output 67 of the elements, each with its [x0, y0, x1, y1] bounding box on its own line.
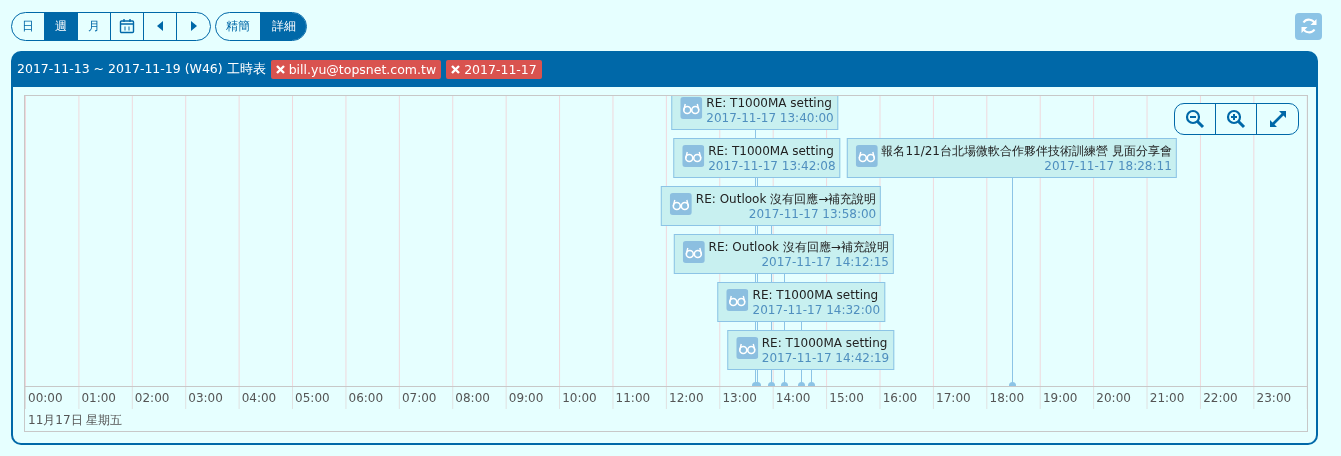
hour-label: 21:00: [1148, 390, 1186, 407]
hour-label: 08:00: [454, 390, 491, 407]
event-title: RE: T1000MA setting: [706, 96, 832, 111]
event-title: RE: Outlook 沒有回應→補充說明: [695, 192, 877, 207]
event-time: 2017-11-17 14:42:19: [761, 351, 890, 366]
hour-label: 12:00: [668, 390, 705, 407]
glasses-icon: [680, 97, 703, 119]
calendar-icon: [119, 18, 135, 34]
expand-icon: [1267, 109, 1288, 129]
hour-label: 15:00: [828, 390, 865, 407]
zoom-in-icon: [1226, 109, 1246, 129]
hour-label: 09:00: [507, 390, 545, 407]
hour-label: 07:00: [400, 390, 438, 407]
hour-label: 05:00: [294, 390, 331, 407]
hour-label: 13:00: [721, 390, 758, 407]
event-time: 2017-11-17 13:42:08: [708, 159, 836, 174]
hour-label: 01:00: [80, 390, 117, 407]
glasses-icon: [682, 145, 705, 167]
close-icon: [275, 64, 285, 74]
event-title: RE: T1000MA setting: [761, 336, 888, 351]
hour-label: 02:00: [133, 390, 171, 407]
hour-label: 14:00: [774, 390, 812, 407]
event-time: 2017-11-17 13:40:00: [706, 111, 834, 126]
filter-tag[interactable]: 2017-11-17: [446, 59, 542, 79]
glasses-icon: [735, 337, 758, 359]
view-tab[interactable]: 週: [45, 12, 78, 40]
glasses-icon: [855, 145, 878, 167]
left-triangle-icon: [156, 20, 164, 32]
zoom-out-icon: [1185, 109, 1205, 129]
hour-label: 16:00: [881, 390, 919, 407]
hour-label: 19:00: [1041, 390, 1079, 407]
hour-label: 04:00: [240, 390, 278, 407]
event-time: 2017-11-17 18:28:11: [1044, 159, 1172, 174]
event-card[interactable]: RE: Outlook 沒有回應→補充說明 2017-11-17 13:58:00: [660, 186, 882, 226]
hour-label: 11:00: [614, 390, 652, 407]
event-title: 報名11/21台北場微軟合作夥伴技術訓練營 見面分享會: [881, 144, 1172, 159]
panel-title: 2017-11-13 ~ 2017-11-19 (W46) 工時表: [17, 60, 266, 78]
glasses-icon: [682, 241, 705, 263]
mode-tab[interactable]: 詳細: [261, 12, 306, 40]
event-title: RE: T1000MA setting: [708, 144, 834, 159]
hour-label: 00:00: [27, 390, 64, 407]
date-label: 11月17日 星期五: [28, 413, 123, 427]
event-card[interactable]: RE: T1000MA setting 2017-11-17 14:42:19: [726, 330, 895, 370]
hour-label: 06:00: [347, 390, 385, 407]
view-tab[interactable]: 月: [78, 12, 111, 40]
event-time: 2017-11-17 14:12:15: [761, 255, 889, 270]
event-time: 2017-11-17 13:58:00: [748, 207, 877, 222]
event-card[interactable]: RE: T1000MA setting 2017-11-17 14:32:00: [717, 282, 886, 322]
filter-tag[interactable]: bill.yu@topsnet.com.tw: [270, 59, 442, 79]
glasses-icon: [669, 193, 692, 215]
event-card[interactable]: RE: T1000MA setting 2017-11-17 13:40:00: [671, 96, 839, 130]
hour-label: 18:00: [988, 390, 1026, 407]
hour-label: 22:00: [1202, 390, 1239, 407]
event-card[interactable]: 報名11/21台北場微軟合作夥伴技術訓練營 見面分享會 2017-11-17 18:28:11: [846, 138, 1177, 178]
hour-label: 10:00: [561, 390, 598, 407]
hour-label: 23:00: [1255, 390, 1293, 407]
event-time: 2017-11-17 14:32:00: [752, 303, 881, 318]
event-title: RE: Outlook 沒有回應→補充說明: [708, 240, 889, 255]
event-card[interactable]: RE: T1000MA setting 2017-11-17 13:42:08: [673, 138, 841, 178]
event-card[interactable]: RE: Outlook 沒有回應→補充說明 2017-11-17 14:12:15: [673, 234, 894, 274]
event-title: RE: T1000MA setting: [752, 288, 879, 303]
hour-label: 20:00: [1095, 390, 1132, 407]
hour-label: 03:00: [187, 390, 224, 407]
glasses-icon: [726, 289, 749, 311]
close-icon: [451, 64, 461, 74]
hour-label: 17:00: [935, 390, 972, 407]
right-triangle-icon: [189, 20, 198, 32]
